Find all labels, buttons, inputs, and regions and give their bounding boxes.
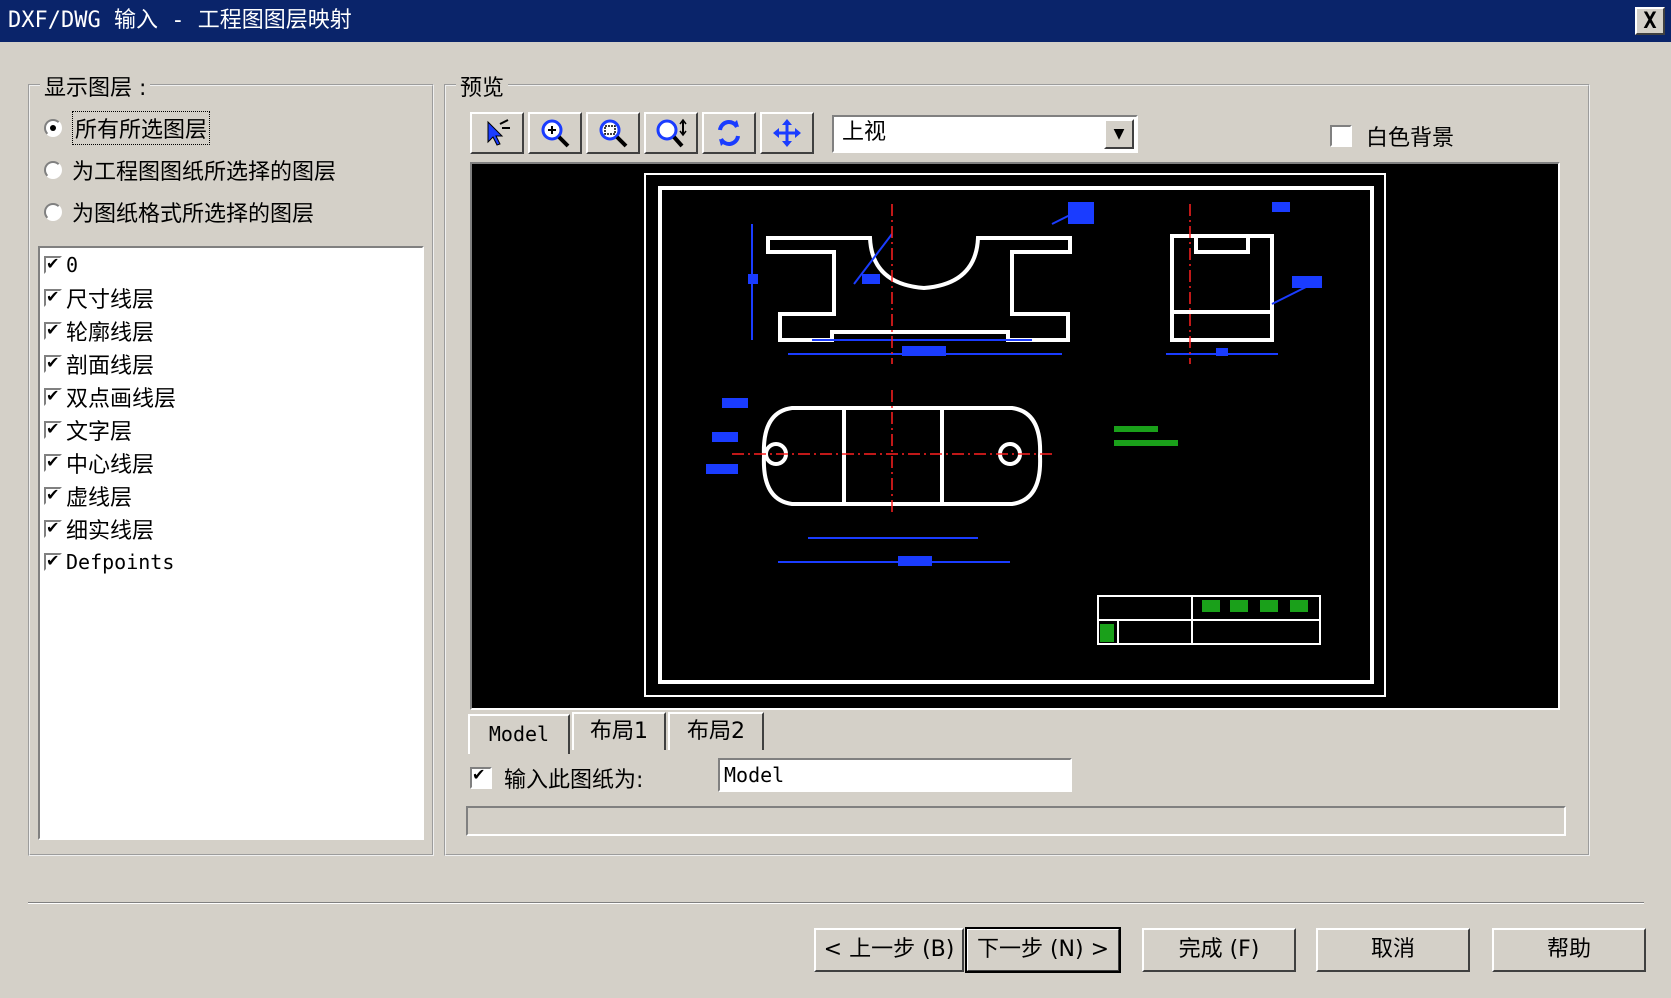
- layer-item-text[interactable]: 文字层: [40, 413, 422, 446]
- layer-checkbox[interactable]: [44, 386, 62, 406]
- tab-layout2-label: 布局2: [687, 719, 745, 744]
- preview-canvas[interactable]: [470, 162, 1560, 710]
- finish-button[interactable]: 完成 (F): [1142, 928, 1296, 972]
- layer-label: 文字层: [66, 419, 133, 445]
- layer-checkbox[interactable]: [44, 287, 62, 307]
- layer-checkbox[interactable]: [44, 320, 62, 340]
- layer-item-dimension[interactable]: 尺寸线层: [40, 281, 422, 314]
- layer-checkbox[interactable]: [44, 254, 62, 274]
- layer-list[interactable]: 0 尺寸线层 轮廓线层 剖面线层 双点画线层 文字层 中心线层 虚线层 细实线层…: [38, 246, 424, 840]
- help-button[interactable]: 帮助: [1492, 928, 1646, 972]
- close-button[interactable]: X: [1635, 7, 1665, 35]
- tab-layout2[interactable]: 布局2: [668, 712, 764, 750]
- title-bar: DXF/DWG 输入 - 工程图图层映射 X: [0, 0, 1671, 42]
- zoom-in-icon: [541, 119, 570, 148]
- tab-model-label: Model: [488, 722, 550, 746]
- radio-all-layers-label: 所有所选图层: [72, 111, 211, 145]
- layer-checkbox[interactable]: [44, 485, 62, 505]
- finish-button-label: 完成 (F): [1178, 937, 1260, 962]
- drawing-preview: [644, 173, 1386, 697]
- layer-item-section[interactable]: 剖面线层: [40, 347, 422, 380]
- radio-sheet-format-layers-circle[interactable]: [44, 203, 62, 221]
- layer-checkbox[interactable]: [44, 551, 62, 571]
- import-sheet-label: 输入此图纸为:: [504, 768, 644, 793]
- layer-label: 细实线层: [66, 518, 155, 544]
- help-button-label: 帮助: [1546, 937, 1591, 962]
- select-icon: [487, 119, 510, 146]
- layer-label: 中心线层: [66, 452, 155, 478]
- radio-drawing-sheet-layers-label: 为工程图图纸所选择的图层: [72, 160, 337, 185]
- zoom-fit-icon: [656, 118, 687, 148]
- layer-checkbox[interactable]: [44, 419, 62, 439]
- tab-layout1-label: 布局1: [590, 719, 648, 744]
- next-button[interactable]: 下一步 (N) >: [965, 927, 1121, 973]
- zoom-window-button[interactable]: [586, 112, 640, 154]
- back-button-label: < 上一步 (B): [823, 937, 955, 962]
- white-background-option[interactable]: 白色背景: [1330, 120, 1454, 152]
- zoom-fit-button[interactable]: [644, 112, 698, 154]
- radio-drawing-sheet-layers-circle[interactable]: [44, 161, 62, 179]
- import-sheet-option[interactable]: 输入此图纸为:: [470, 762, 643, 794]
- pan-button[interactable]: [760, 112, 814, 154]
- layer-checkbox[interactable]: [44, 518, 62, 538]
- layer-item-phantom[interactable]: 双点画线层: [40, 380, 422, 413]
- layer-item-thin[interactable]: 细实线层: [40, 512, 422, 545]
- layer-label: Defpoints: [66, 549, 175, 574]
- pan-icon: [773, 119, 801, 147]
- white-background-label: 白色背景: [1366, 126, 1455, 151]
- layer-label: 尺寸线层: [66, 287, 155, 313]
- back-button[interactable]: < 上一步 (B): [814, 928, 964, 972]
- layer-label: 剖面线层: [66, 353, 155, 379]
- layer-item-center[interactable]: 中心线层: [40, 446, 422, 479]
- layer-label: 双点画线层: [66, 386, 177, 412]
- divider: [28, 902, 1644, 904]
- close-icon: X: [1643, 9, 1657, 34]
- next-button-label: 下一步 (N) >: [976, 937, 1110, 962]
- radio-sheet-format-layers-label: 为图纸格式所选择的图层: [72, 202, 315, 227]
- rotate-icon: [718, 120, 740, 146]
- cancel-button-label: 取消: [1370, 937, 1415, 962]
- layer-label: 轮廓线层: [66, 320, 155, 346]
- layer-item-defpoints[interactable]: Defpoints: [40, 545, 422, 578]
- tab-model[interactable]: Model: [468, 714, 570, 754]
- radio-drawing-sheet-layers[interactable]: 为工程图图纸所选择的图层: [44, 154, 336, 186]
- layer-group-title: 显示图层 :: [40, 70, 151, 102]
- layer-item-outline[interactable]: 轮廓线层: [40, 314, 422, 347]
- layer-item-hidden[interactable]: 虚线层: [40, 479, 422, 512]
- preview-group-title: 预览: [456, 70, 509, 102]
- sheet-name-input[interactable]: Model: [718, 758, 1072, 792]
- zoom-in-button[interactable]: [528, 112, 582, 154]
- rotate-button[interactable]: [702, 112, 756, 154]
- import-sheet-checkbox[interactable]: [470, 765, 492, 789]
- chevron-down-icon[interactable]: ▼: [1104, 119, 1134, 149]
- radio-all-layers-circle[interactable]: [44, 119, 62, 137]
- layer-label: 0: [66, 252, 79, 277]
- view-select-value: 上视: [842, 120, 887, 145]
- window-title: DXF/DWG 输入 - 工程图图层映射: [8, 8, 352, 33]
- tab-layout1[interactable]: 布局1: [572, 712, 666, 750]
- view-select[interactable]: 上视 ▼: [832, 115, 1138, 153]
- layer-item-0[interactable]: 0: [40, 248, 422, 281]
- cancel-button[interactable]: 取消: [1316, 928, 1470, 972]
- layer-checkbox[interactable]: [44, 353, 62, 373]
- radio-all-layers[interactable]: 所有所选图层: [44, 111, 211, 145]
- white-background-checkbox[interactable]: [1330, 125, 1352, 147]
- zoom-window-icon: [599, 119, 628, 148]
- radio-sheet-format-layers[interactable]: 为图纸格式所选择的图层: [44, 196, 314, 228]
- layer-label: 虚线层: [66, 485, 133, 511]
- status-bar: [466, 806, 1566, 836]
- select-button[interactable]: [470, 112, 524, 154]
- layer-checkbox[interactable]: [44, 452, 62, 472]
